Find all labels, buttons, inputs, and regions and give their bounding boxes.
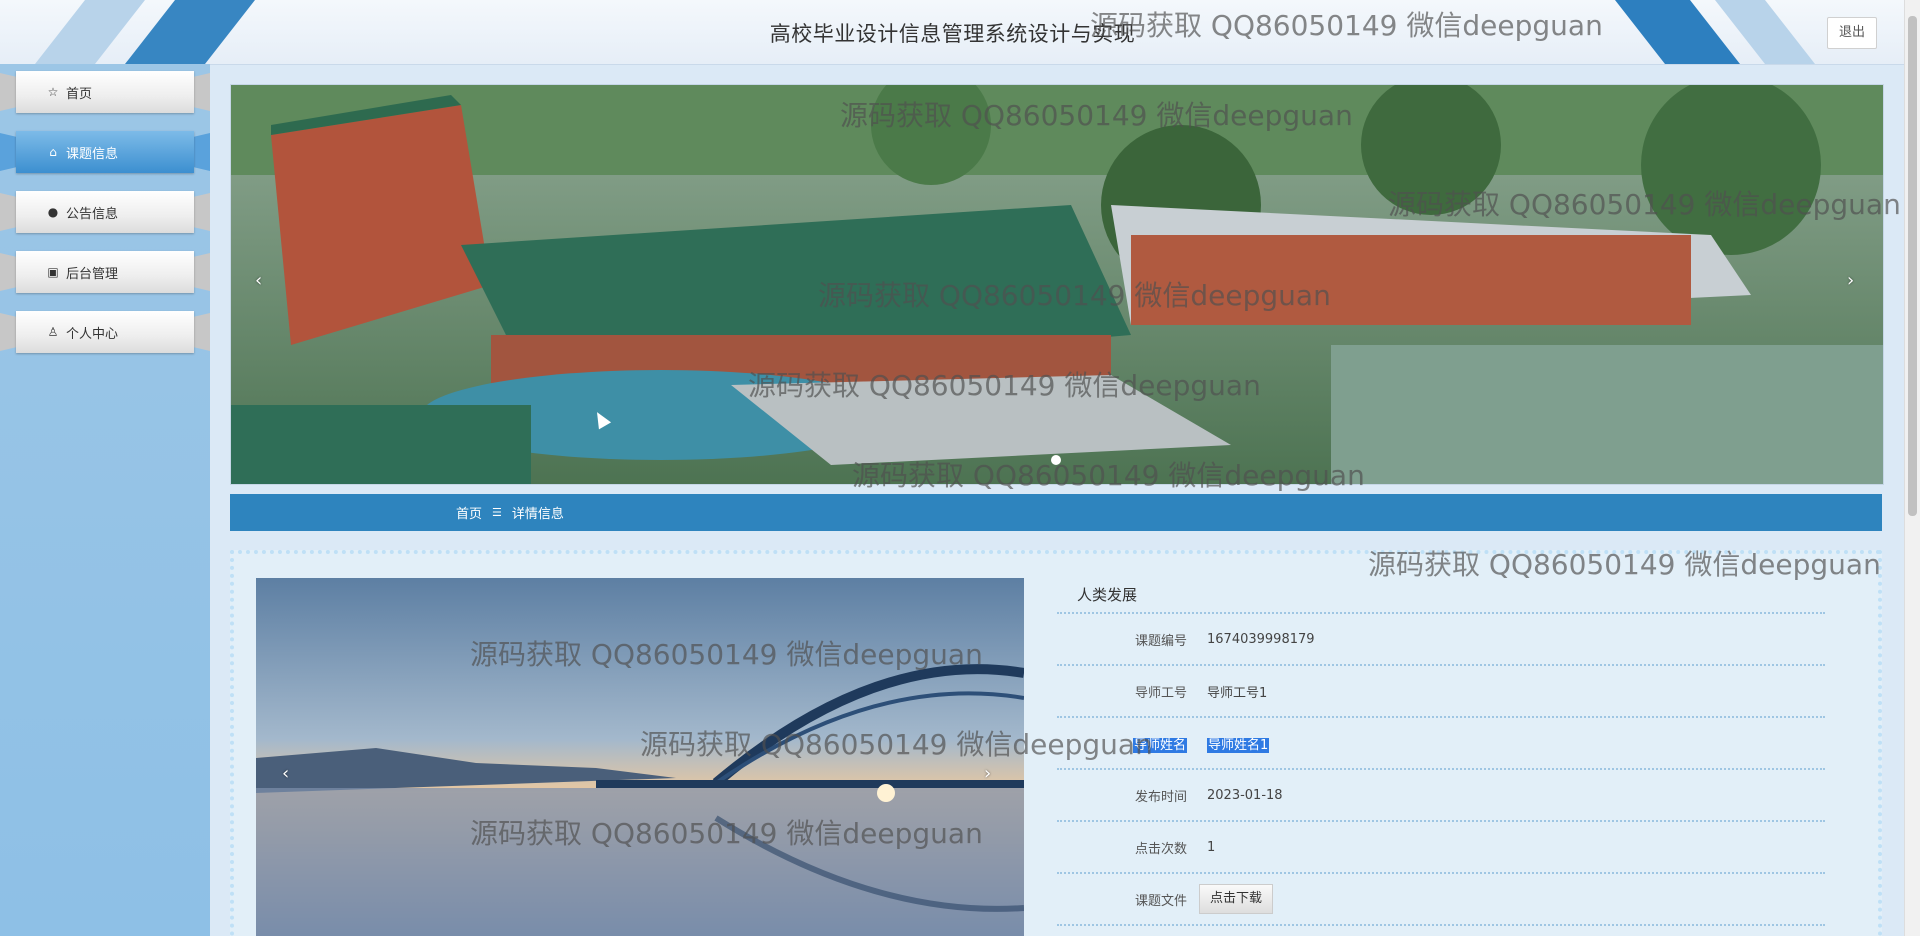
briefcase-icon: ▣ [47, 265, 59, 279]
field-value: 导师姓名1 [1207, 737, 1270, 753]
topic-info: 人类发展 课题编号 1674039998179 导师工号 导师工号1 导师姓名 … [1057, 578, 1825, 926]
info-row: 课题文件 点击下载 [1057, 874, 1825, 926]
sidebar: ☆ 首页 ⌂ 课题信息 ● 公告信息 ▣ 后台管理 ♙ 个人中心 [0, 64, 210, 936]
field-value: 1 [1207, 839, 1216, 855]
star-icon: ☆ [47, 85, 59, 99]
info-row: 导师姓名 导师姓名1 [1057, 718, 1825, 770]
user-icon: ♙ [47, 325, 59, 339]
page-scrollbar[interactable] [1904, 0, 1920, 936]
sidebar-item-label: 首页 [66, 86, 93, 102]
breadcrumb-home[interactable]: 首页 [456, 503, 482, 522]
banner-next-arrow[interactable]: › [1847, 270, 1854, 291]
info-row: 课题编号 1674039998179 [1057, 614, 1825, 666]
sidebar-item-profile[interactable]: ♙ 个人中心 [0, 309, 210, 355]
field-value: 导师工号1 [1207, 685, 1268, 701]
sidebar-item-admin[interactable]: ▣ 后台管理 [0, 249, 210, 295]
header: 高校毕业设计信息管理系统设计与实现 退出 [0, 0, 1905, 65]
topic-title: 人类发展 [1057, 578, 1825, 614]
sidebar-item-label: 后台管理 [66, 266, 119, 282]
download-button[interactable]: 点击下载 [1199, 884, 1274, 914]
field-label: 课题编号 [1134, 633, 1187, 649]
carousel-dots [1051, 455, 1061, 465]
sidebar-item-label: 公告信息 [66, 206, 119, 222]
sidebar-item-home[interactable]: ☆ 首页 [0, 69, 210, 115]
sidebar-item-topics[interactable]: ⌂ 课题信息 [0, 129, 210, 175]
info-row: 导师工号 导师工号1 [1057, 666, 1825, 718]
field-value: 1674039998179 [1207, 631, 1315, 647]
photo-next-arrow[interactable]: › [984, 763, 991, 784]
campus-image [231, 85, 1883, 484]
carousel-dot[interactable] [1051, 455, 1061, 465]
scrollbar-thumb[interactable] [1908, 16, 1917, 516]
breadcrumb: 首页 ☰ 详情信息 [230, 494, 1882, 531]
breadcrumb-current: 详情信息 [511, 507, 564, 522]
info-row: 点击次数 1 [1057, 822, 1825, 874]
topic-photo [256, 578, 1024, 936]
field-label: 发布时间 [1134, 789, 1187, 805]
field-value: 2023-01-18 [1207, 787, 1283, 803]
bag-icon: ⌂ [49, 145, 57, 159]
field-label: 点击次数 [1134, 841, 1187, 857]
sidebar-item-notices[interactable]: ● 公告信息 [0, 189, 210, 235]
breadcrumb-separator-icon: ☰ [492, 506, 502, 519]
logout-button[interactable]: 退出 [1826, 17, 1877, 49]
alert-icon: ● [47, 205, 59, 219]
field-label: 导师姓名 [1132, 737, 1187, 753]
sidebar-item-label: 个人中心 [66, 326, 119, 342]
info-row: 发布时间 2023-01-18 [1057, 770, 1825, 822]
sidebar-item-label: 课题信息 [66, 146, 119, 162]
field-label: 导师工号 [1134, 685, 1187, 701]
field-label: 课题文件 [1134, 893, 1187, 909]
photo-prev-arrow[interactable]: ‹ [282, 763, 289, 784]
banner-carousel: ‹ › [230, 84, 1884, 485]
topic-photo-carousel: ‹ › [256, 578, 1024, 936]
site-title: 高校毕业设计信息管理系统设计与实现 [769, 22, 1136, 46]
banner-prev-arrow[interactable]: ‹ [255, 270, 262, 291]
